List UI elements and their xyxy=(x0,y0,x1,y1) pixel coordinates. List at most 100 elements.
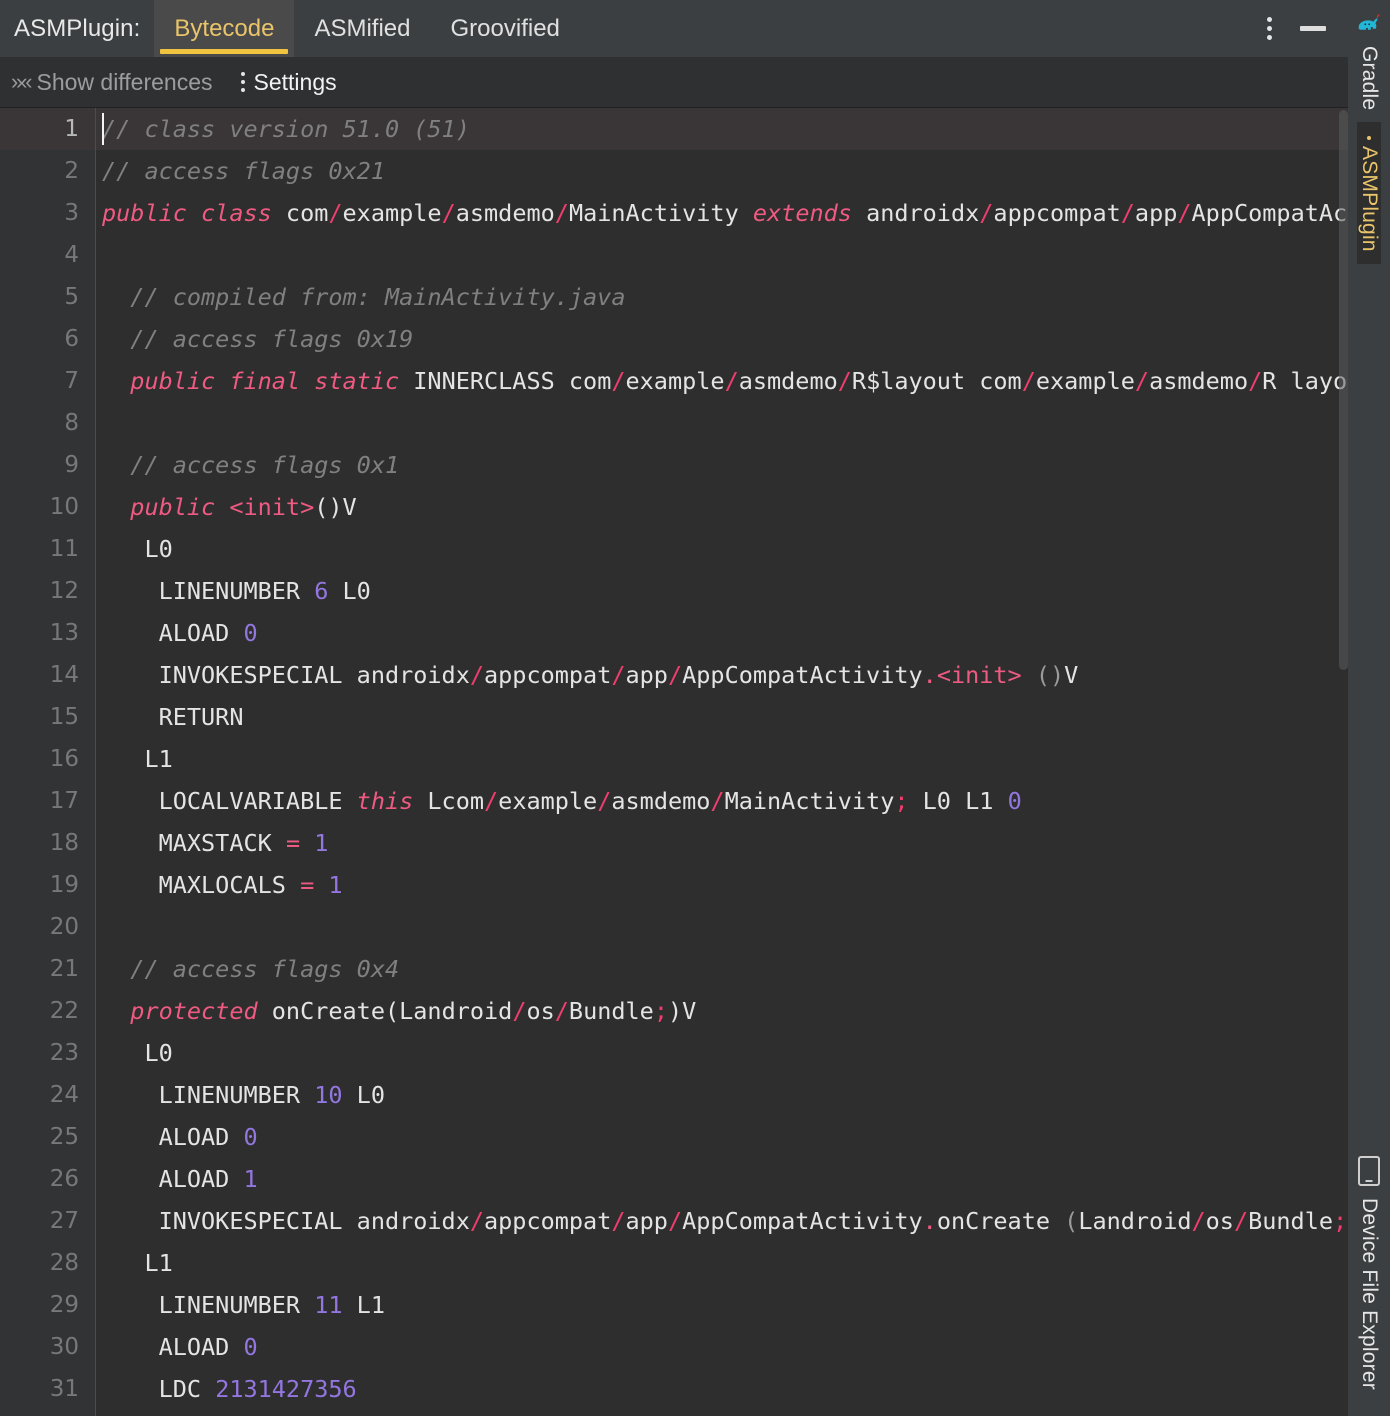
settings-label: Settings xyxy=(253,68,337,95)
code-line[interactable]: // access flags 0x1 xyxy=(96,444,1348,486)
stripe-button-asmplugin[interactable]: ASMPlugin xyxy=(1357,122,1381,264)
line-number: 11 xyxy=(49,536,79,562)
line-number: 4 xyxy=(64,242,79,268)
more-vertical-icon xyxy=(240,72,245,92)
line-number: 18 xyxy=(49,830,79,856)
code-line[interactable]: public class com/example/asmdemo/MainAct… xyxy=(96,192,1348,234)
code-line[interactable]: // class version 51.0 (51) xyxy=(96,108,1348,150)
double-chevron-collapse-icon: »« xyxy=(11,69,33,94)
tab-asmified-label: ASMified xyxy=(314,14,411,42)
line-number: 27 xyxy=(49,1208,79,1234)
tab-bytecode-label: Bytecode xyxy=(174,14,275,42)
stripe-spacer xyxy=(1348,263,1390,1151)
asm-plugin-tool-window: ASMPlugin: Bytecode ASMified Groovified xyxy=(0,0,1390,1416)
stripe-button-device-file-explorer[interactable]: Device File Explorer xyxy=(1357,1150,1381,1402)
show-differences-label: Show differences xyxy=(36,68,213,95)
code-line[interactable]: LINENUMBER 11 L1 xyxy=(96,1284,1348,1326)
stripe-bottom-group: Device File Explorer xyxy=(1348,1150,1390,1416)
window-controls xyxy=(1252,0,1348,57)
line-number: 30 xyxy=(49,1334,79,1360)
code-line[interactable]: ALOAD 1 xyxy=(96,1158,1348,1200)
line-number: 15 xyxy=(49,704,79,730)
line-number: 16 xyxy=(49,746,79,772)
code-line[interactable]: L0 xyxy=(96,1032,1348,1074)
code-line[interactable]: public final static INNERCLASS com/examp… xyxy=(96,360,1348,402)
tab-groovified-label: Groovified xyxy=(450,14,560,42)
line-number: 14 xyxy=(49,662,79,688)
tool-window-title: ASMPlugin: xyxy=(14,14,141,42)
stripe-button-device-file-explorer-label: Device File Explorer xyxy=(1358,1198,1381,1390)
code-line[interactable]: ALOAD 0 xyxy=(96,1116,1348,1158)
code-line[interactable]: ALOAD 0 xyxy=(96,1326,1348,1368)
show-differences-button[interactable]: »« Show differences xyxy=(8,69,213,96)
line-number: 28 xyxy=(49,1250,79,1276)
stripe-button-asmplugin-label: ASMPlugin xyxy=(1358,146,1381,252)
line-number: 9 xyxy=(64,452,79,478)
code-line[interactable]: LINENUMBER 6 L0 xyxy=(96,570,1348,612)
code-line[interactable]: // access flags 0x4 xyxy=(96,948,1348,990)
line-number: 7 xyxy=(64,368,79,394)
minimize-icon xyxy=(1300,26,1326,31)
code-line[interactable]: L0 xyxy=(96,528,1348,570)
text-caret xyxy=(102,113,104,145)
line-number: 12 xyxy=(49,578,79,604)
more-vertical-icon xyxy=(1266,17,1272,40)
line-number: 1 xyxy=(0,108,95,150)
code-line[interactable]: protected onCreate(Landroid/os/Bundle;)V xyxy=(96,990,1348,1032)
code-line[interactable]: INVOKESPECIAL androidx/appcompat/app/App… xyxy=(96,654,1348,696)
code-area[interactable]: // class version 51.0 (51)// access flag… xyxy=(96,108,1348,1416)
bytecode-toolbar: »« Show differences Settings xyxy=(0,57,1348,108)
code-line[interactable]: // compiled from: MainActivity.java xyxy=(96,276,1348,318)
code-line[interactable]: ALOAD 0 xyxy=(96,612,1348,654)
line-number-gutter: 1 2 3 4 5 6 7 8 9 10 11 12 13 14 15 16 17 18 19 20 21 22 23 24 2… xyxy=(0,108,96,1416)
line-number: 17 xyxy=(49,788,79,814)
line-number: 25 xyxy=(49,1124,79,1150)
code-line[interactable] xyxy=(96,906,1348,948)
tab-asmified[interactable]: ASMified xyxy=(294,0,430,57)
code-line[interactable]: LINENUMBER 10 L0 xyxy=(96,1074,1348,1116)
editor-vertical-scrollbar-thumb[interactable] xyxy=(1339,110,1348,670)
code-line[interactable]: RETURN xyxy=(96,696,1348,738)
code-line[interactable] xyxy=(96,402,1348,444)
bytecode-editor[interactable]: 1 2 3 4 5 6 7 8 9 10 11 12 13 14 15 16 17 18 19 20 21 22 23 24 2… xyxy=(0,108,1348,1416)
code-line[interactable]: L1 xyxy=(96,1242,1348,1284)
line-number: 22 xyxy=(49,998,79,1024)
code-line[interactable]: LOCALVARIABLE this Lcom/example/asmdemo/… xyxy=(96,780,1348,822)
tool-window-options-button[interactable] xyxy=(1252,12,1286,46)
stripe-button-gradle[interactable]: Gradle xyxy=(1354,0,1384,122)
line-number: 3 xyxy=(64,200,79,226)
code-line[interactable]: INVOKESPECIAL androidx/appcompat/app/App… xyxy=(96,1200,1348,1242)
device-phone-icon xyxy=(1358,1156,1380,1187)
line-number: 21 xyxy=(49,956,79,982)
tab-groovified[interactable]: Groovified xyxy=(431,0,580,57)
line-number: 8 xyxy=(64,410,79,436)
tab-bytecode[interactable]: Bytecode xyxy=(154,0,295,57)
code-line[interactable] xyxy=(96,234,1348,276)
line-number: 10 xyxy=(49,494,79,520)
code-line[interactable]: MAXSTACK = 1 xyxy=(96,822,1348,864)
line-number: 2 xyxy=(64,158,79,184)
code-line[interactable]: // access flags 0x21 xyxy=(96,150,1348,192)
line-number: 24 xyxy=(49,1082,79,1108)
minimize-tool-window-button[interactable] xyxy=(1296,12,1330,46)
line-number: 26 xyxy=(49,1166,79,1192)
code-line[interactable]: MAXLOCALS = 1 xyxy=(96,864,1348,906)
code-line[interactable]: L1 xyxy=(96,738,1348,780)
code-line[interactable]: public <init>()V xyxy=(96,486,1348,528)
settings-button[interactable]: Settings xyxy=(240,68,337,96)
stripe-button-gradle-label: Gradle xyxy=(1358,46,1381,111)
tool-window-tab-bar: ASMPlugin: Bytecode ASMified Groovified xyxy=(0,0,1348,57)
line-number: 5 xyxy=(64,284,79,310)
code-line[interactable]: LDC 2131427356 xyxy=(96,1368,1348,1410)
code-line[interactable]: // access flags 0x19 xyxy=(96,318,1348,360)
line-number: 23 xyxy=(49,1040,79,1066)
gradle-elephant-icon xyxy=(1358,14,1380,30)
right-tool-window-stripe: Gradle ASMPlugin Device File Explorer xyxy=(1348,0,1390,1416)
line-number: 6 xyxy=(64,326,79,352)
bytecode-panel: ASMPlugin: Bytecode ASMified Groovified xyxy=(0,0,1348,1416)
line-number: 29 xyxy=(49,1292,79,1318)
tab-bar-spacer xyxy=(580,0,1252,57)
line-number: 20 xyxy=(49,914,79,940)
line-number: 31 xyxy=(49,1376,79,1402)
stripe-top-group: Gradle ASMPlugin xyxy=(1348,0,1390,264)
